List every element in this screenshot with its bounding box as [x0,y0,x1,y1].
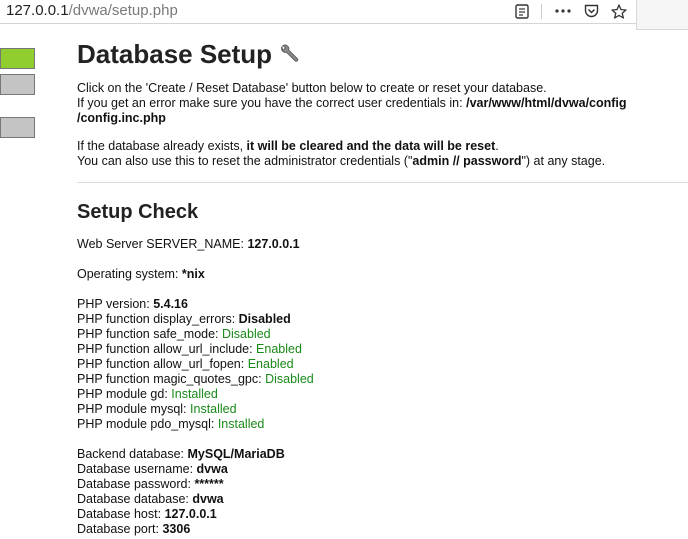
warning-line: If the database already exists, it will … [77,139,499,153]
db-check-row: Database username: dvwa [77,462,285,477]
check-value: Disabled [238,312,291,326]
check-label: Backend database: [77,447,188,461]
check-label: Database host: [77,507,165,521]
check-value: Enabled [247,357,294,371]
wrench-icon [278,40,300,72]
check-label: Database password: [77,477,195,491]
more-actions-icon[interactable] [551,0,575,22]
url-text[interactable]: 127.0.0.1/dvwa/setup.php [6,2,178,19]
check-label: Database database: [77,492,193,506]
db-check-row: Database host: 127.0.0.1 [77,507,285,522]
php-check-row: PHP function magic_quotes_gpc: Disabled [77,372,314,387]
check-value: Enabled [256,342,302,356]
php-check-row: PHP module pdo_mysql: Installed [77,417,314,432]
pocket-icon[interactable] [579,0,603,22]
check-value: 5.4.16 [153,297,188,311]
php-check-row: PHP function allow_url_include: Enabled [77,342,314,357]
db-check-row: Database database: dvwa [77,492,285,507]
bookmark-star-icon[interactable] [607,0,631,22]
check-value: Disabled [265,372,314,386]
toolbar-separator [541,4,542,19]
db-check-row: Database port: 3306 [77,522,285,537]
check-label: PHP function magic_quotes_gpc: [77,372,266,386]
check-label: PHP module pdo_mysql: [77,417,218,431]
intro-line-2: If you get an error make sure you have t… [77,96,627,110]
check-label: Database port: [77,522,163,536]
check-label: PHP module gd: [77,387,172,401]
php-check-row: PHP version: 5.4.16 [77,297,314,312]
check-label: PHP version: [77,297,154,311]
url-path: /dvwa/setup.php [68,2,178,19]
url-bar[interactable]: 127.0.0.1/dvwa/setup.php [0,0,636,24]
check-label: PHP function allow_url_include: [77,342,257,356]
page-title: Database Setup [77,38,688,70]
php-check-row: PHP function display_errors: Disabled [77,312,314,327]
config-path-cont: /config.inc.php [77,111,166,125]
url-host: 127.0.0.1 [6,2,69,19]
divider [77,182,688,183]
check-value: 127.0.0.1 [164,507,217,521]
check-value: Disabled [222,327,271,341]
check-value: 3306 [162,522,191,536]
os-row: Operating system: *nix [77,267,205,281]
check-value: dvwa [196,462,228,476]
check-value: Installed [217,417,265,431]
server-name-row: Web Server SERVER_NAME: 127.0.0.1 [77,237,300,251]
reader-view-icon[interactable] [510,0,534,22]
check-label: PHP function display_errors: [77,312,239,326]
check-label: PHP module mysql: [77,402,191,416]
intro-line-3: /config.inc.php [77,111,166,126]
config-path: /var/www/html/dvwa/config [466,96,627,110]
check-value: dvwa [192,492,224,506]
check-label: PHP function allow_url_fopen: [77,357,248,371]
check-label: Database username: [77,462,197,476]
php-check-row: PHP function allow_url_fopen: Enabled [77,357,314,372]
check-value: ****** [194,477,224,491]
intro-line-1: Click on the 'Create / Reset Database' b… [77,81,547,95]
db-checks-list: Backend database: MySQL/MariaDB Database … [77,447,285,537]
toolbar-overflow-area [636,0,688,30]
menu-button[interactable] [0,117,35,138]
reset-credentials-line: You can also use this to reset the admin… [77,154,606,168]
main-content: Database Setup [77,38,688,70]
setup-check-title: Setup Check [77,201,199,223]
menu-button[interactable] [0,74,35,95]
check-value: Installed [171,387,218,401]
menu-button-active[interactable] [0,48,35,69]
check-label: PHP function safe_mode: [77,327,222,341]
db-check-row: Backend database: MySQL/MariaDB [77,447,285,462]
php-check-row: PHP module gd: Installed [77,387,314,402]
php-check-row: PHP function safe_mode: Disabled [77,327,314,342]
check-value: MySQL/MariaDB [187,447,285,461]
check-value: Installed [190,402,237,416]
php-checks-list: PHP version: 5.4.16 PHP function display_… [77,297,314,432]
db-check-row: Database password: ****** [77,477,285,492]
php-check-row: PHP module mysql: Installed [77,402,314,417]
